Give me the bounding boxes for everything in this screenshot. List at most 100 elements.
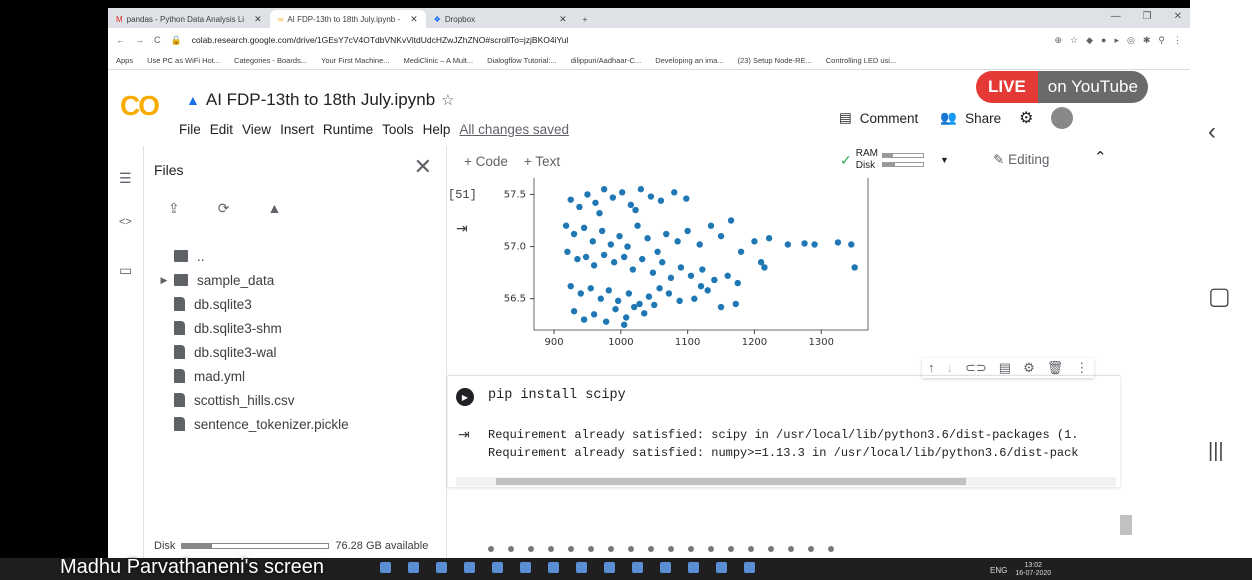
add-code-button[interactable]: + Code [464,154,508,169]
star-icon[interactable]: ☆ [1070,35,1078,46]
app-icon[interactable] [716,562,727,573]
menu-view[interactable]: View [242,122,271,137]
toc-icon[interactable]: ☰ [119,170,132,187]
app-icon[interactable] [576,562,587,573]
refresh-folder-icon[interactable]: ⟳ [218,200,230,217]
colab-logo[interactable]: CO [120,90,160,122]
add-text-button[interactable]: + Text [524,154,560,169]
app-icon[interactable] [604,562,615,573]
close-icon[interactable]: ✕ [254,14,262,25]
notebook-title[interactable]: AI FDP-13th to 18th July.ipynb [206,90,435,110]
move-down-icon[interactable]: ↓ [947,360,954,376]
output-icon[interactable]: ⇥ [456,220,468,237]
comment-icon[interactable]: ▤ [999,360,1011,376]
app-icon[interactable] [492,562,503,573]
back-icon[interactable]: ‹ [1208,118,1216,146]
app-icon[interactable] [464,562,475,573]
upload-icon[interactable]: ⇪ [168,200,180,217]
close-icon[interactable]: ✕ [559,14,567,25]
app-icon[interactable] [744,562,755,573]
move-up-icon[interactable]: ↑ [928,360,935,376]
app-icon[interactable] [548,562,559,573]
app-icon[interactable] [660,562,671,573]
home-icon[interactable]: ▢ [1208,282,1231,311]
reload-icon[interactable]: C [154,35,161,45]
code-snippets-icon[interactable]: <> [119,216,132,228]
save-status[interactable]: All changes saved [459,122,569,137]
tree-item-file[interactable]: db.sqlite3-shm [154,316,349,340]
tree-item-file[interactable]: sentence_tokenizer.pickle [154,412,349,436]
menu-help[interactable]: Help [423,122,451,137]
bookmark[interactable]: dilippuri/Aadhaar-C... [571,56,641,65]
comment-button[interactable]: Comment [860,111,919,126]
run-cell-button[interactable]: ▶ [456,388,474,406]
bookmark[interactable]: (23) Setup Node-RE... [738,56,812,65]
extension-icon[interactable]: ◆ [1086,35,1093,46]
bookmark[interactable]: Your First Machine... [321,56,390,65]
recents-icon[interactable]: ||| [1208,440,1224,463]
tree-item-file[interactable]: mad.yml [154,364,349,388]
extension-icon[interactable]: ● [1101,35,1106,46]
code-editor[interactable]: pip install scipy [488,388,626,403]
chevron-down-icon[interactable]: ▼ [940,155,949,165]
scrollbar-thumb[interactable] [496,478,966,485]
chevron-right-icon[interactable]: ▶ [154,275,174,286]
tree-item-file[interactable]: scottish_hills.csv [154,388,349,412]
browser-tab-pandas[interactable]: Mpandas - Python Data Analysis Li ✕ [108,10,270,28]
app-icon[interactable] [436,562,447,573]
bookmark[interactable]: Apps [116,56,133,65]
back-icon[interactable]: ← [116,35,125,45]
menu-insert[interactable]: Insert [280,122,314,137]
vertical-scrollbar[interactable] [1120,515,1132,535]
ram-disk-indicator[interactable]: ✓ RAM Disk ▼ [840,148,949,172]
bookmark[interactable]: Controlling LED usi... [826,56,896,65]
app-icon[interactable] [632,562,643,573]
menu-runtime[interactable]: Runtime [323,122,373,137]
chevron-up-icon[interactable]: ⌃ [1094,148,1107,166]
extension-icon[interactable]: ⚲ [1158,35,1165,46]
horizontal-scrollbar[interactable] [456,477,1116,486]
clock[interactable]: 13:02 16-07-2020 [1015,562,1051,578]
app-icon[interactable] [408,562,419,573]
star-icon[interactable]: ☆ [441,91,454,109]
files-icon[interactable]: ▭ [119,262,132,279]
avatar[interactable] [1051,107,1074,129]
app-icon[interactable] [520,562,531,573]
delete-icon[interactable]: 🗑 [1047,360,1064,376]
menu-tools[interactable]: Tools [382,122,414,137]
url-text[interactable]: colab.research.google.com/drive/1GEsY7cV… [192,35,1045,45]
output-icon[interactable]: ⇥ [458,426,470,443]
tree-item-folder[interactable]: ▶ sample_data [154,268,349,292]
zoom-icon[interactable]: ⊕ [1054,35,1062,46]
tray-lang[interactable]: ENG [990,566,1007,575]
app-icon[interactable] [688,562,699,573]
maximize-icon[interactable]: ❐ [1143,11,1152,22]
mount-drive-icon[interactable]: ▲ [267,200,281,217]
forward-icon[interactable]: → [135,35,144,45]
tree-item-file[interactable]: db.sqlite3 [154,292,349,316]
close-icon[interactable]: ✕ [414,154,432,180]
minimize-icon[interactable]: — [1111,11,1121,22]
browser-tab-colab[interactable]: ∞ AI FDP-13th to 18th July.ipynb - ✕ [269,10,426,28]
extension-icon[interactable]: ▸ [1114,35,1119,46]
new-tab-button[interactable]: + [575,10,596,28]
bookmark[interactable]: Categories - Boards... [234,56,307,65]
bookmark[interactable]: MediClinic – A Mult... [404,56,474,65]
gear-icon[interactable]: ⚙ [1023,360,1035,376]
bookmark[interactable]: Developing an ima... [655,56,723,65]
close-icon[interactable]: ✕ [410,14,418,25]
browser-tab-dropbox[interactable]: ❖ Dropbox ✕ [426,10,575,28]
share-button[interactable]: Share [965,111,1001,126]
extension-icon[interactable]: ◎ [1127,35,1135,46]
menu-edit[interactable]: Edit [210,122,233,137]
close-window-icon[interactable]: ✕ [1174,11,1182,22]
extension-icon[interactable]: ✱ [1143,35,1151,46]
app-icon[interactable] [380,562,391,573]
editing-mode[interactable]: ✎ Editing [993,152,1049,168]
tree-item-parent[interactable]: .. [154,244,349,268]
menu-file[interactable]: File [179,122,201,137]
link-icon[interactable]: ⊂⊃ [965,360,987,376]
bookmark[interactable]: Dialogflow Tutorial:... [487,56,557,65]
tree-item-file[interactable]: db.sqlite3-wal [154,340,349,364]
gear-icon[interactable]: ⚙ [1019,108,1033,128]
